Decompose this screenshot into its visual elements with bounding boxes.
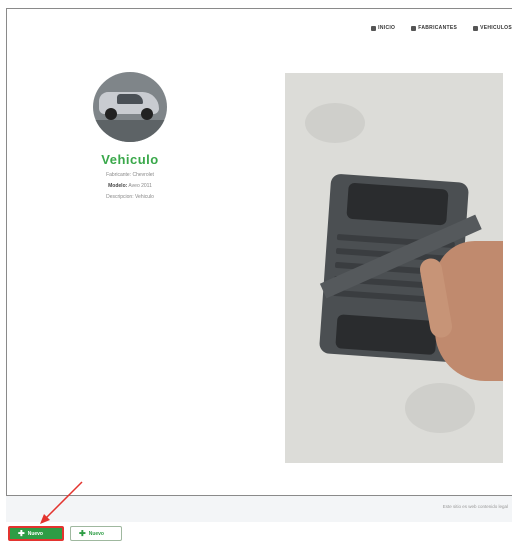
profile-line-modelo: Modelo: Aveo 2011 — [108, 183, 152, 189]
ecu-photo — [285, 73, 503, 463]
plus-icon: ✚ — [79, 528, 86, 538]
action-buttons: ✚ Nuevo ✚ Nuevo — [8, 526, 122, 541]
nav-item-inicio[interactable]: INICIO — [371, 25, 395, 31]
new-button[interactable]: ✚ Nuevo — [8, 526, 64, 541]
factory-icon — [411, 25, 417, 31]
nav-item-label: FABRICANTES — [418, 25, 458, 31]
new-button-label: Nuevo — [27, 530, 43, 537]
plus-icon: ✚ — [18, 528, 25, 538]
car-icon — [473, 25, 479, 31]
new-secondary-button[interactable]: ✚ Nuevo — [70, 526, 122, 541]
new-secondary-button-label: Nuevo — [88, 530, 104, 537]
top-navigation: INICIO FABRICANTES VEHICULOS — [371, 23, 512, 33]
vehicle-avatar — [93, 72, 167, 142]
profile-line-fabricante: Fabricante: Chevrolet — [106, 172, 154, 178]
nav-item-fabricantes[interactable]: FABRICANTES — [411, 25, 457, 31]
profile-line-descripcion: Descripcion: Vehiculo — [106, 194, 154, 200]
home-icon — [371, 25, 377, 31]
footer-text: Este sitio es web contenido legal — [442, 504, 508, 509]
nav-item-vehiculos[interactable]: VEHICULOS — [473, 25, 512, 31]
profile-title: Vehiculo — [101, 152, 159, 167]
nav-item-label: INICIO — [378, 25, 396, 31]
footer: Este sitio es web contenido legal — [6, 496, 512, 522]
nav-item-label: VEHICULOS — [480, 25, 512, 31]
vehicle-profile: Vehiculo Fabricante: Chevrolet Modelo: A… — [92, 72, 168, 200]
